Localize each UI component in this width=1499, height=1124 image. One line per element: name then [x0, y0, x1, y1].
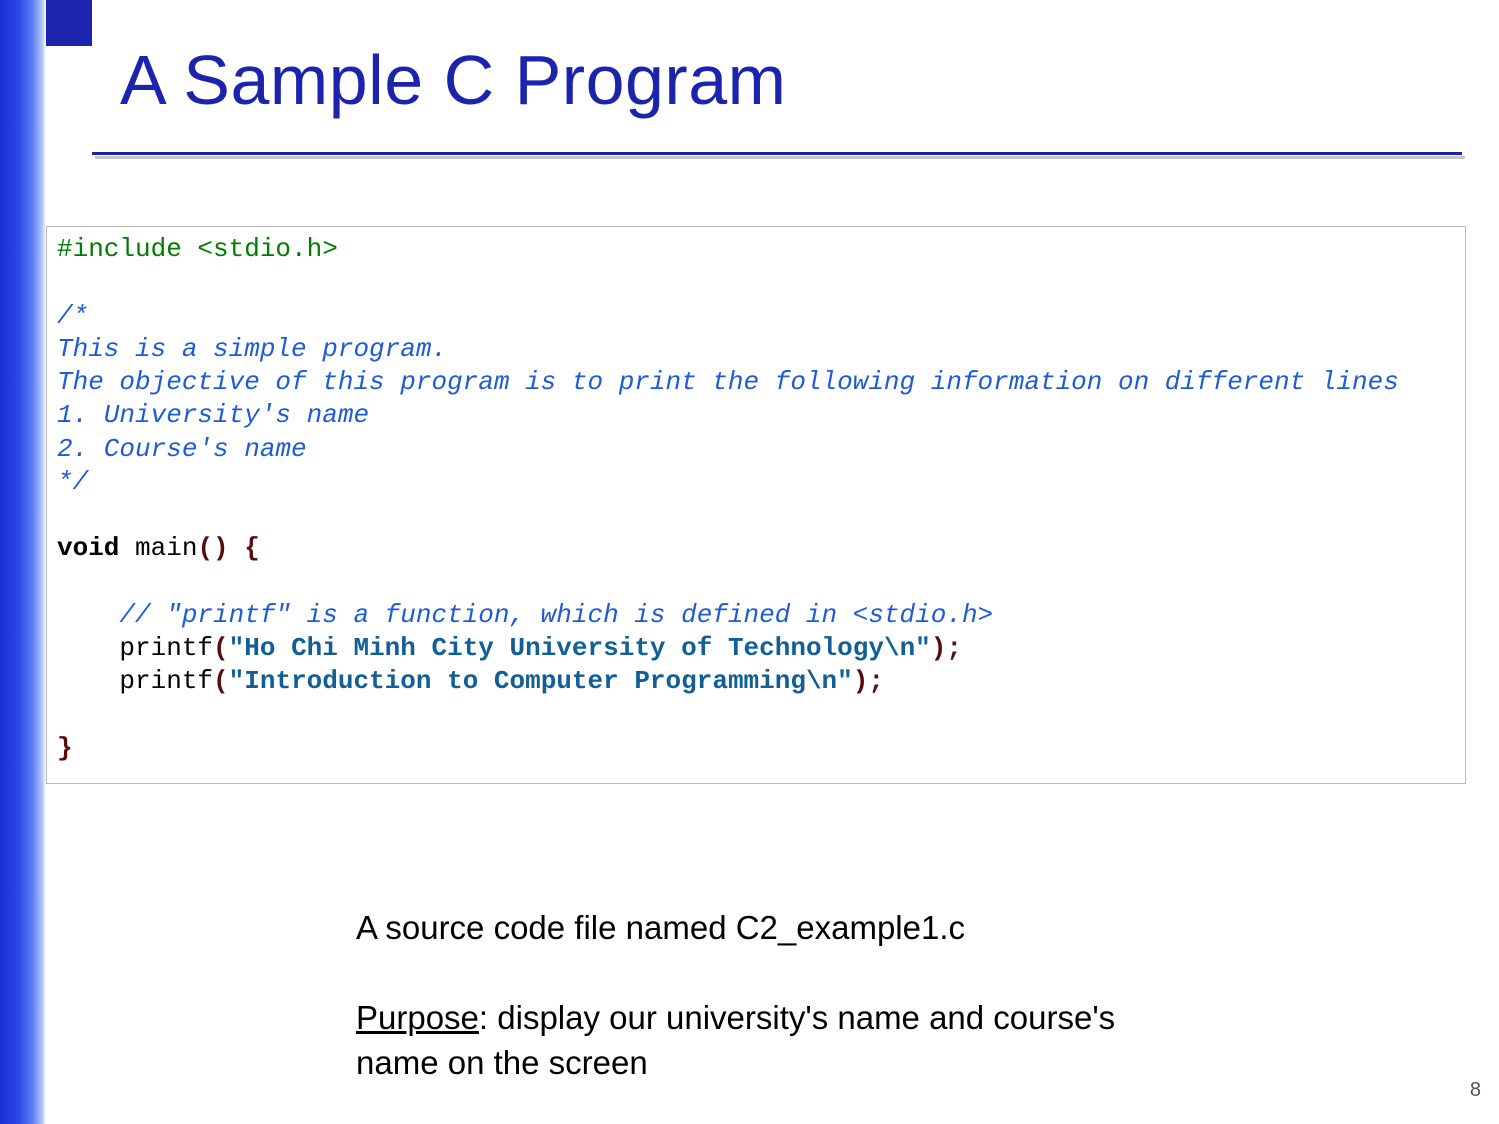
code-content: #include <stdio.h> /* This is a simple p…: [57, 233, 1455, 765]
code-fn-printf: printf: [119, 666, 213, 696]
title-underline-shadow: [95, 156, 1465, 159]
code-comment-close: */: [57, 467, 88, 497]
code-call-open: (: [213, 666, 229, 696]
code-string: "Ho Chi Minh City University of Technolo…: [229, 633, 931, 663]
code-fn-printf: printf: [119, 633, 213, 663]
code-keyword-void: void: [57, 533, 119, 563]
slide: A Sample C Program #include <stdio.h> /*…: [0, 0, 1499, 1124]
code-string: "Introduction to Computer Programming\n": [229, 666, 853, 696]
code-comment-line: 1. University's name: [57, 400, 369, 430]
code-include: #include <stdio.h>: [57, 234, 338, 264]
slide-title: A Sample C Program: [120, 40, 786, 120]
code-call-close: );: [931, 633, 962, 663]
code-paren-open: (: [197, 533, 213, 563]
code-brace-open: {: [229, 533, 260, 563]
code-indent: [57, 633, 119, 663]
caption-filename: A source code file named C2_example1.c: [356, 906, 965, 951]
title-underline: [92, 152, 1462, 155]
caption-purpose: Purpose: display our university's name a…: [356, 996, 1176, 1085]
code-brace-close: }: [57, 733, 73, 763]
code-inline-comment: // "printf" is a function, which is defi…: [57, 600, 993, 630]
code-comment-line: 2. Course's name: [57, 434, 307, 464]
code-box: #include <stdio.h> /* This is a simple p…: [46, 226, 1466, 784]
code-call-close: );: [853, 666, 884, 696]
code-paren-close: ): [213, 533, 229, 563]
code-comment-open: /*: [57, 301, 88, 331]
page-number: 8: [1470, 1079, 1481, 1102]
code-indent: [57, 666, 119, 696]
code-comment-line: The objective of this program is to prin…: [57, 367, 1399, 397]
code-fn-main: main: [119, 533, 197, 563]
code-call-open: (: [213, 633, 229, 663]
corner-square: [46, 0, 92, 46]
side-gradient-bar: [0, 0, 46, 1124]
code-comment-line: This is a simple program.: [57, 334, 447, 364]
caption-purpose-label: Purpose: [356, 999, 479, 1036]
